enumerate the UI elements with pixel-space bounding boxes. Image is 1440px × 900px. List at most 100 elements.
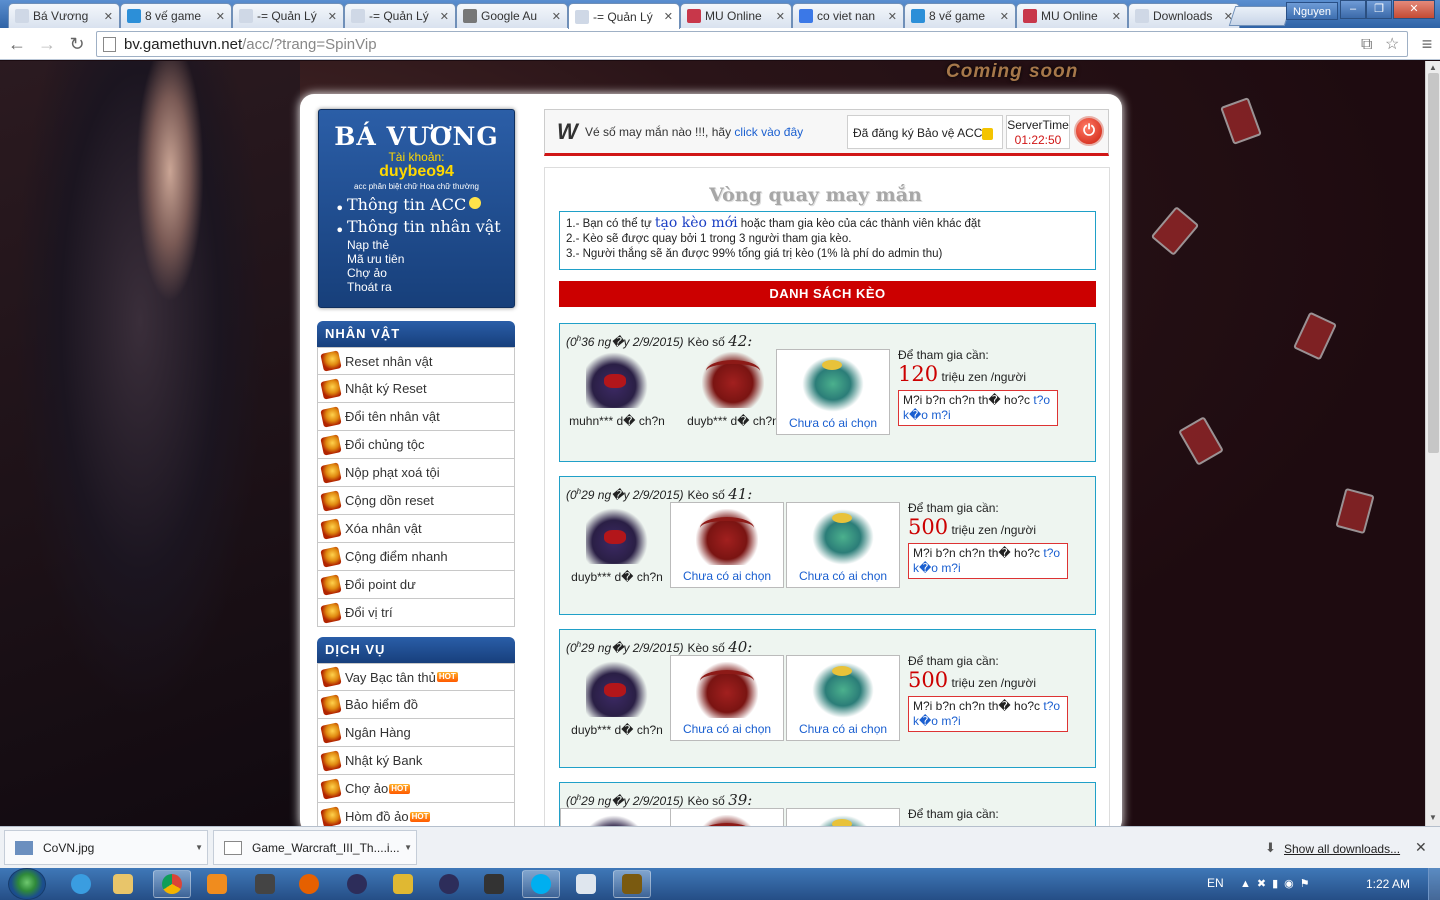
empty-slot[interactable]: Chưa có ai chọn [776, 349, 890, 435]
ie-icon[interactable] [62, 870, 100, 898]
app-icon[interactable] [338, 870, 376, 898]
browser-tab[interactable]: co viet nan ✕ [792, 3, 904, 28]
app-icon[interactable] [384, 870, 422, 898]
system-tray-icons[interactable]: ▲✖▮◉⚑ [1240, 877, 1316, 890]
menu-icon[interactable]: ≡ [1414, 31, 1440, 57]
close-tab-icon[interactable]: ✕ [664, 10, 673, 23]
empty-slot[interactable] [786, 808, 900, 826]
chrome-icon[interactable] [153, 870, 191, 898]
character-menu-item[interactable]: Nộp phạt xoá tội [317, 459, 515, 487]
scroll-up-icon[interactable]: ▲ [1429, 63, 1437, 72]
browser-tab[interactable]: -= Quản Lý ✕ [232, 3, 344, 28]
browser-tab[interactable]: Bá Vương ✕ [8, 3, 120, 28]
character-menu-item[interactable]: Reset nhân vật [317, 347, 515, 375]
browser-tab[interactable]: -= Quản Lý ✕ [344, 3, 456, 28]
minimize-button[interactable]: – [1340, 0, 1366, 19]
browser-tab[interactable]: Google Au ✕ [456, 3, 568, 28]
choose-box[interactable]: M?i b?n ch?n th� ho?c t?o k�o m?i [898, 390, 1058, 426]
empty-slot[interactable]: Chưa có ai chọn [670, 502, 784, 588]
empty-slot[interactable] [670, 808, 784, 826]
forward-icon[interactable]: → [34, 31, 60, 57]
close-tab-icon[interactable]: ✕ [1112, 10, 1121, 23]
close-tab-icon[interactable]: ✕ [552, 10, 561, 23]
choose-box[interactable]: M?i b?n ch?n th� ho?c t?o k�o m?i [908, 696, 1068, 732]
account-menu-item[interactable]: Nạp thẻ [335, 238, 514, 252]
chevron-down-icon[interactable]: ▼ [195, 843, 203, 852]
new-tab-button[interactable] [1228, 6, 1292, 26]
page-scrollbar[interactable]: ▲ ▼ [1425, 61, 1440, 826]
account-protection[interactable]: Đã đăng ký Bảo vệ ACC [847, 115, 1003, 149]
close-tab-icon[interactable]: ✕ [216, 10, 225, 23]
close-tab-icon[interactable]: ✕ [776, 10, 785, 23]
character-menu-item[interactable]: Đổi vị trí [317, 599, 515, 627]
create-bet-link[interactable]: tạo kèo mới [655, 215, 738, 231]
firefox-icon[interactable] [290, 870, 328, 898]
account-menu-item[interactable]: Chợ ảo [335, 266, 514, 280]
show-all-downloads-link[interactable]: Show all downloads... [1284, 842, 1400, 856]
close-tab-icon[interactable]: ✕ [104, 10, 113, 23]
translate-icon[interactable]: ⧉ [1361, 32, 1372, 58]
download-item[interactable]: CoVN.jpg ▼ [4, 830, 208, 865]
profile-badge[interactable]: Nguyen [1286, 2, 1338, 20]
media-player-icon[interactable] [198, 870, 236, 898]
show-desktop-button[interactable] [1428, 868, 1440, 900]
chevron-down-icon[interactable]: ▼ [404, 843, 412, 852]
browser-tab[interactable]: 8 vế game ✕ [904, 3, 1016, 28]
logout-power-icon[interactable]: ⏻ [1074, 116, 1104, 146]
scroll-down-icon[interactable]: ▼ [1429, 813, 1437, 822]
restore-button[interactable]: ❐ [1366, 0, 1392, 19]
service-menu-item[interactable]: Nhật ký Bank [317, 747, 515, 775]
start-button[interactable] [8, 868, 46, 900]
character-menu-item[interactable]: Đổi chủng tộc [317, 431, 515, 459]
account-menu-item[interactable]: Thoát ra [335, 280, 514, 294]
notepad-icon[interactable] [567, 870, 605, 898]
browser-tab[interactable]: Downloads ✕ [1128, 3, 1240, 28]
explorer-icon[interactable] [104, 870, 142, 898]
empty-slot[interactable]: Chưa có ai chọn [786, 502, 900, 588]
game-icon[interactable] [246, 870, 284, 898]
character-menu-item[interactable]: Nhật ký Reset [317, 375, 515, 403]
service-menu-item[interactable]: Ngân Hàng [317, 719, 515, 747]
browser-tab[interactable]: 8 vế game ✕ [120, 3, 232, 28]
empty-slot[interactable] [560, 808, 674, 826]
app-icon[interactable] [430, 870, 468, 898]
account-menu-item[interactable]: Thông tin ACC [335, 194, 514, 220]
app-icon[interactable] [475, 870, 513, 898]
service-menu-item[interactable]: Hòm đồ ảo HOT [317, 803, 515, 826]
close-tab-icon[interactable]: ✕ [328, 10, 337, 23]
character-menu-item[interactable]: Cộng điểm nhanh [317, 543, 515, 571]
skype-icon[interactable] [522, 870, 560, 898]
character-menu-item[interactable]: Xóa nhân vật [317, 515, 515, 543]
empty-slot[interactable]: Chưa có ai chọn [670, 655, 784, 741]
close-downloads-bar-icon[interactable]: ✕ [1415, 839, 1427, 856]
language-indicator[interactable]: EN [1207, 876, 1224, 890]
address-bar[interactable]: bv.gamethuvn.net /acc/?trang=SpinVip ⧉ ☆ [96, 31, 1408, 57]
clock[interactable]: 1:22 AM [1366, 877, 1410, 891]
reload-icon[interactable]: ↻ [64, 31, 90, 57]
browser-tab[interactable]: -= Quản Lý ✕ [568, 3, 680, 29]
close-tab-icon[interactable]: ✕ [1000, 10, 1009, 23]
account-menu-item[interactable]: Thông tin nhân vật [335, 216, 514, 242]
character-menu-item[interactable]: Cộng dồn reset [317, 487, 515, 515]
lucky-ticket-link[interactable]: click vào đây [734, 125, 803, 139]
username: duybeo94 [379, 163, 454, 180]
service-menu-item[interactable]: Bảo hiểm đồ [317, 691, 515, 719]
browser-tab[interactable]: MU Online ✕ [1016, 3, 1128, 28]
close-tab-icon[interactable]: ✕ [440, 10, 449, 23]
service-menu-item[interactable]: Chợ ảo HOT [317, 775, 515, 803]
bookmark-star-icon[interactable]: ☆ [1385, 32, 1399, 58]
service-menu-item[interactable]: Vay Bạc tân thủ HOT [317, 663, 515, 691]
account-menu-item[interactable]: Mã ưu tiên [335, 252, 514, 266]
close-tab-icon[interactable]: ✕ [888, 10, 897, 23]
character-menu-item[interactable]: Đổi point dư [317, 571, 515, 599]
scroll-thumb[interactable] [1428, 73, 1439, 453]
choose-box[interactable]: M?i b?n ch?n th� ho?c t?o k�o m?i [908, 543, 1068, 579]
browser-tab[interactable]: MU Online ✕ [680, 3, 792, 28]
mu-icon [687, 9, 701, 23]
warcraft-icon[interactable] [613, 870, 651, 898]
download-item[interactable]: Game_Warcraft_III_Th....i... ▼ [213, 830, 417, 865]
character-menu-item[interactable]: Đổi tên nhân vật [317, 403, 515, 431]
empty-slot[interactable]: Chưa có ai chọn [786, 655, 900, 741]
back-icon[interactable]: ← [4, 31, 30, 57]
close-window-button[interactable]: ✕ [1393, 0, 1435, 19]
